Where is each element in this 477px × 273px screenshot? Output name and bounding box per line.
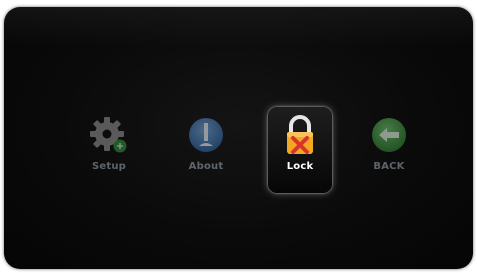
menu-item-label: Setup xyxy=(91,161,127,172)
menu-item-about[interactable]: About xyxy=(174,107,238,193)
menu-item-label: BACK xyxy=(373,161,405,172)
menu-item-setup[interactable]: Setup xyxy=(77,107,141,193)
menu-item-back[interactable]: BACK xyxy=(357,107,421,193)
menu-item-lock[interactable]: Lock xyxy=(268,107,332,193)
info-icon xyxy=(189,118,223,152)
gear-icon xyxy=(90,117,127,153)
back-arrow-icon xyxy=(372,118,406,152)
device-frame: Setup About Lock BACK xyxy=(0,0,477,273)
main-menu: Setup About Lock BACK xyxy=(4,7,473,269)
padlock-icon xyxy=(287,115,313,154)
menu-item-label: About xyxy=(188,161,224,172)
tv-screen: Setup About Lock BACK xyxy=(4,7,473,269)
menu-item-label: Lock xyxy=(286,161,314,172)
